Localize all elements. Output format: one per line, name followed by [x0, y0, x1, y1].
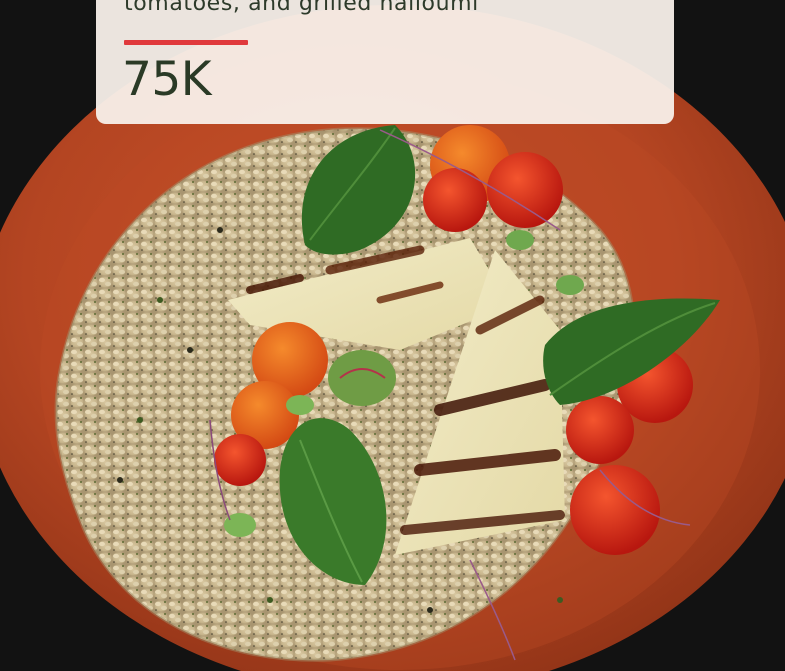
view-count: 75K — [122, 52, 212, 107]
card-title: tomatoes, and grilled halloumi — [124, 0, 479, 16]
recipe-photo-card: tomatoes, and grilled halloumi 75K — [0, 0, 785, 671]
accent-bar — [124, 40, 248, 45]
stat-card: tomatoes, and grilled halloumi 75K — [96, 0, 674, 124]
